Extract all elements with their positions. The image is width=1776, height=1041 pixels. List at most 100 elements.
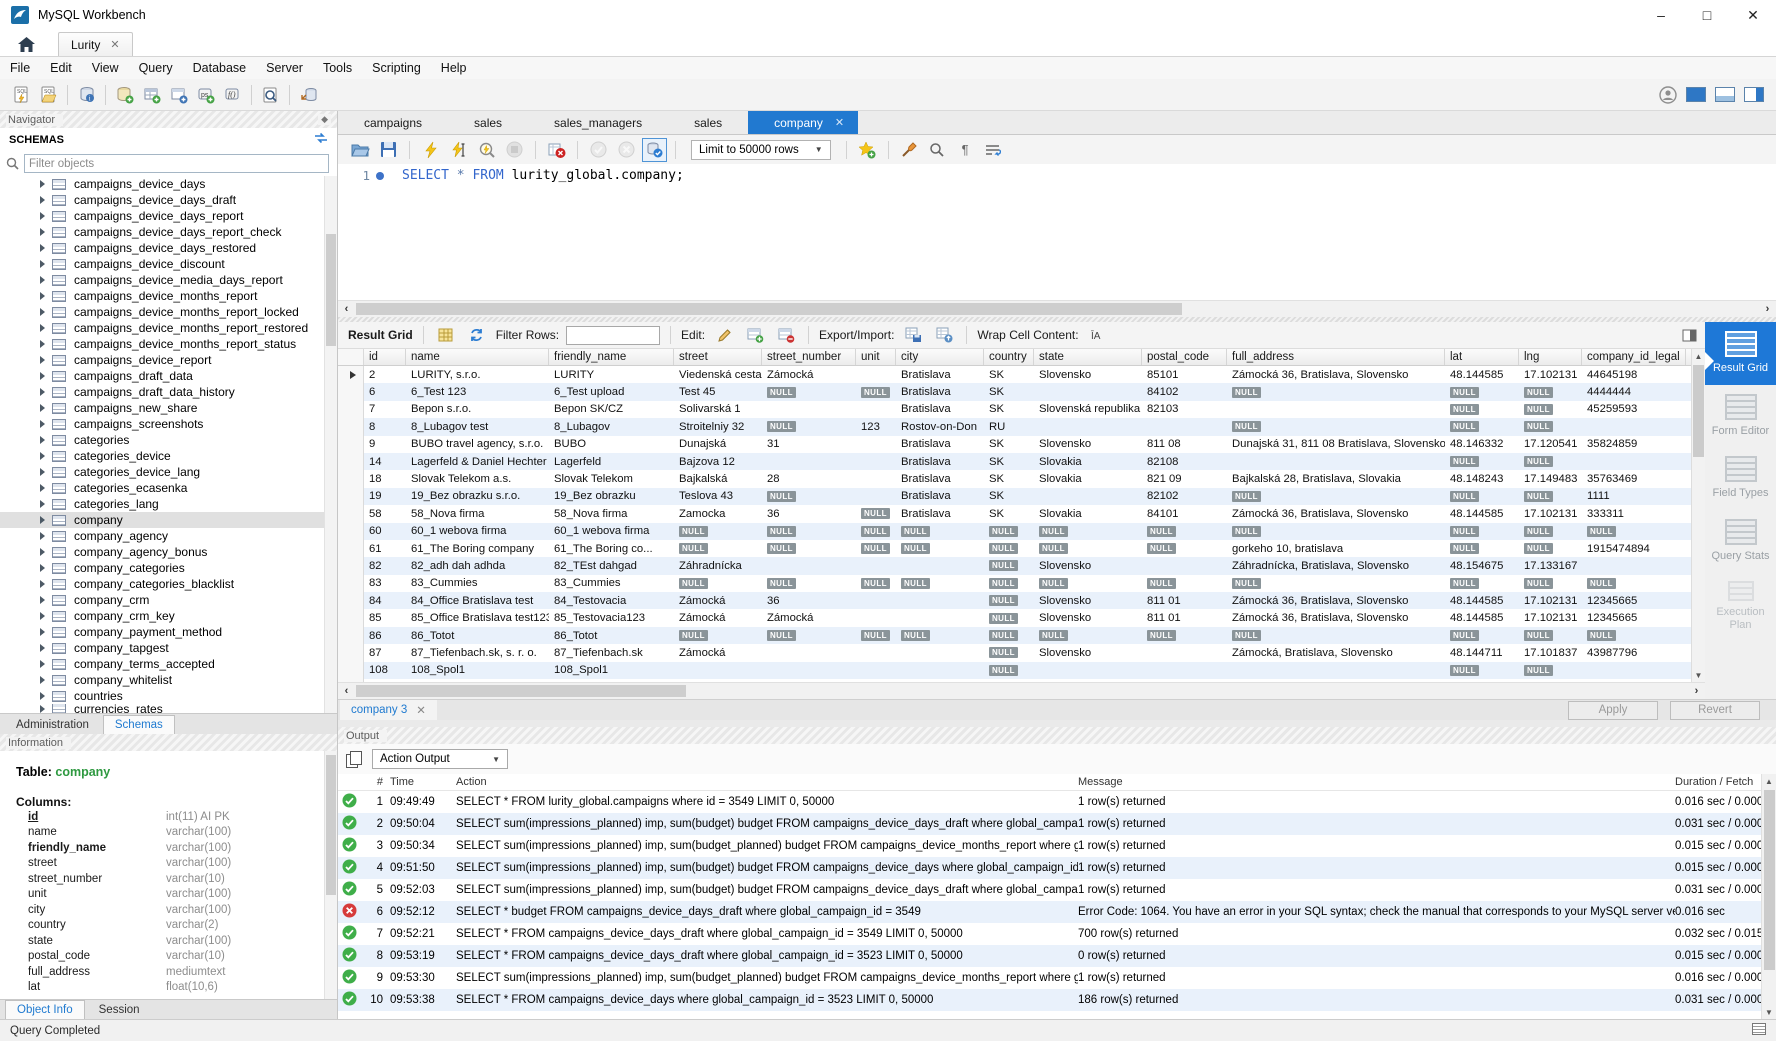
open-sql-icon[interactable]: SQL <box>35 82 62 108</box>
grid-cell[interactable]: Bajzova 12 <box>674 453 762 470</box>
grid-column-header-street[interactable]: street <box>674 349 762 365</box>
tree-item-campaigns_screenshots[interactable]: campaigns_screenshots <box>0 416 337 432</box>
strip-item-form-editor[interactable]: Form Editor <box>1705 385 1776 448</box>
grid-cell[interactable]: 85_Testovacia123 <box>549 609 674 626</box>
tree-item-campaigns_new_share[interactable]: campaigns_new_share <box>0 400 337 416</box>
grid-cell[interactable]: NULL <box>1034 627 1142 644</box>
grid-cell[interactable]: Bratislava <box>896 488 984 505</box>
grid-cell[interactable]: 83_Cummies <box>549 575 674 592</box>
maximize-icon[interactable]: □ <box>1684 0 1730 30</box>
grid-cell[interactable] <box>856 644 896 661</box>
grid-cell[interactable]: Bratislava <box>896 436 984 453</box>
grid-cell[interactable]: 86_Totot <box>549 627 674 644</box>
row-marker[interactable] <box>338 523 364 540</box>
expand-arrow-icon[interactable] <box>40 612 45 620</box>
grid-cell[interactable]: NULL <box>1519 540 1582 557</box>
output-row[interactable]: 409:51:50SELECT sum(impressions_planned)… <box>338 857 1776 879</box>
grid-cell[interactable]: 82_TEst dahgad <box>549 557 674 574</box>
grid-cell[interactable]: 43987796 <box>1582 644 1686 661</box>
expand-arrow-icon[interactable] <box>40 340 45 348</box>
grid-column-header-friendly_name[interactable]: friendly_name <box>549 349 674 365</box>
grid-cell[interactable]: NULL <box>856 540 896 557</box>
expand-arrow-icon[interactable] <box>40 420 45 428</box>
grid-cell[interactable] <box>856 557 896 574</box>
expand-arrow-icon[interactable] <box>40 516 45 524</box>
grid-cell[interactable]: NULL <box>984 609 1034 626</box>
grid-cell[interactable]: Dunajská <box>674 436 762 453</box>
grid-cell[interactable]: 87_Tiefenbach.sk <box>549 644 674 661</box>
explain-icon[interactable] <box>474 138 499 162</box>
row-marker[interactable] <box>338 609 364 626</box>
output-row[interactable]: 309:50:34SELECT sum(impressions_planned)… <box>338 835 1776 857</box>
grid-cell[interactable]: Zámocká <box>762 609 856 626</box>
grid-row[interactable]: 18Slovak Telekom a.s.Slovak TelekomBajka… <box>338 470 1691 487</box>
tree-item-campaigns_device_days[interactable]: campaigns_device_days <box>0 176 337 192</box>
expand-arrow-icon[interactable] <box>40 324 45 332</box>
grid-cell[interactable]: NULL <box>1142 523 1227 540</box>
grid-cell[interactable] <box>1034 418 1142 435</box>
grid-cell[interactable]: 61_The Boring co... <box>549 540 674 557</box>
grid-cell[interactable]: NULL <box>984 557 1034 574</box>
grid-cell[interactable]: 28 <box>762 470 856 487</box>
grid-cell[interactable]: 17.149483 <box>1519 470 1582 487</box>
expand-arrow-icon[interactable] <box>40 676 45 684</box>
scroll-up-icon[interactable]: ▲ <box>1762 774 1776 788</box>
execute-current-icon[interactable] <box>446 138 471 162</box>
row-marker[interactable] <box>338 644 364 661</box>
grid-cell[interactable]: 82102 <box>1142 488 1227 505</box>
grid-cell[interactable]: 61 <box>364 540 406 557</box>
expand-arrow-icon[interactable] <box>40 436 45 444</box>
grid-cell[interactable]: SK <box>984 383 1034 400</box>
grid-column-header-city[interactable]: city <box>896 349 984 365</box>
execute-icon[interactable] <box>418 138 443 162</box>
output-vscrollbar[interactable]: ▲ ▼ <box>1761 774 1776 1019</box>
grid-cell[interactable]: Zamocka <box>674 505 762 522</box>
grid-cell[interactable] <box>1582 418 1686 435</box>
grid-cell[interactable]: NULL <box>1034 575 1142 592</box>
grid-cell[interactable]: NULL <box>762 540 856 557</box>
grid-cell[interactable]: NULL <box>1519 662 1582 679</box>
grid-cell[interactable]: NULL <box>1227 488 1445 505</box>
grid-cell[interactable]: Slovenská republika <box>1034 401 1142 418</box>
tree-item-company_crm[interactable]: company_crm <box>0 592 337 608</box>
grid-cell[interactable]: Slovensko <box>1034 436 1142 453</box>
wrap-cell-icon[interactable]: ĪA <box>1086 324 1110 346</box>
grid-cell[interactable]: Solivarská 1 <box>674 401 762 418</box>
tree-item-company_terms_accepted[interactable]: company_terms_accepted <box>0 656 337 672</box>
grid-cell[interactable]: NULL <box>762 418 856 435</box>
grid-cell[interactable]: Viedenská cesta 5 <box>674 366 762 383</box>
output-row[interactable]: 909:53:30SELECT sum(impressions_planned)… <box>338 967 1776 989</box>
scroll-left-icon[interactable]: ‹ <box>338 683 355 699</box>
grid-row[interactable]: 66_Test 1236_Test uploadTest 45NULLNULLB… <box>338 383 1691 400</box>
result-tab-company3[interactable]: company 3 ✕ <box>340 700 437 720</box>
grid-cell[interactable]: Slovak Telekom a.s. <box>406 470 549 487</box>
grid-column-header-state[interactable]: state <box>1034 349 1142 365</box>
toggle-autocommit-icon[interactable] <box>642 138 667 162</box>
grid-cell[interactable] <box>1034 488 1142 505</box>
beautify-icon[interactable] <box>897 138 922 162</box>
refresh-icon[interactable] <box>465 324 489 346</box>
menu-scripting[interactable]: Scripting <box>362 57 431 79</box>
grid-row[interactable]: 8585_Office Bratislava test12385_Testova… <box>338 609 1691 626</box>
close-result-tab-icon[interactable]: ✕ <box>416 703 426 717</box>
grid-column-header-street_number[interactable]: street_number <box>762 349 856 365</box>
create-view-icon[interactable] <box>165 82 192 108</box>
reconnect-icon[interactable] <box>295 82 322 108</box>
collapse-panel-icon[interactable]: ◆ <box>318 114 331 125</box>
grid-cell[interactable]: NULL <box>762 488 856 505</box>
limit-rows-dropdown[interactable]: Limit to 50000 rows ▼ <box>691 140 831 160</box>
tree-item-company_categories_blacklist[interactable]: company_categories_blacklist <box>0 576 337 592</box>
toggle-stop-on-error-icon[interactable] <box>544 138 569 162</box>
grid-cell[interactable]: Teslova 43 <box>674 488 762 505</box>
grid-cell[interactable]: NULL <box>1519 383 1582 400</box>
grid-cell[interactable]: 333311 <box>1582 505 1686 522</box>
strip-item-result-grid[interactable]: Result Grid <box>1705 322 1776 385</box>
wrap-icon[interactable] <box>981 138 1006 162</box>
grid-cell[interactable] <box>1142 644 1227 661</box>
grid-cell[interactable]: NULL <box>1519 418 1582 435</box>
grid-column-header-lng[interactable]: lng <box>1519 349 1582 365</box>
tree-item-campaigns_device_media_days_report[interactable]: campaigns_device_media_days_report <box>0 272 337 288</box>
grid-cell[interactable]: 811 01 <box>1142 592 1227 609</box>
grid-cell[interactable]: NULL <box>1445 488 1519 505</box>
grid-cell[interactable] <box>1227 401 1445 418</box>
